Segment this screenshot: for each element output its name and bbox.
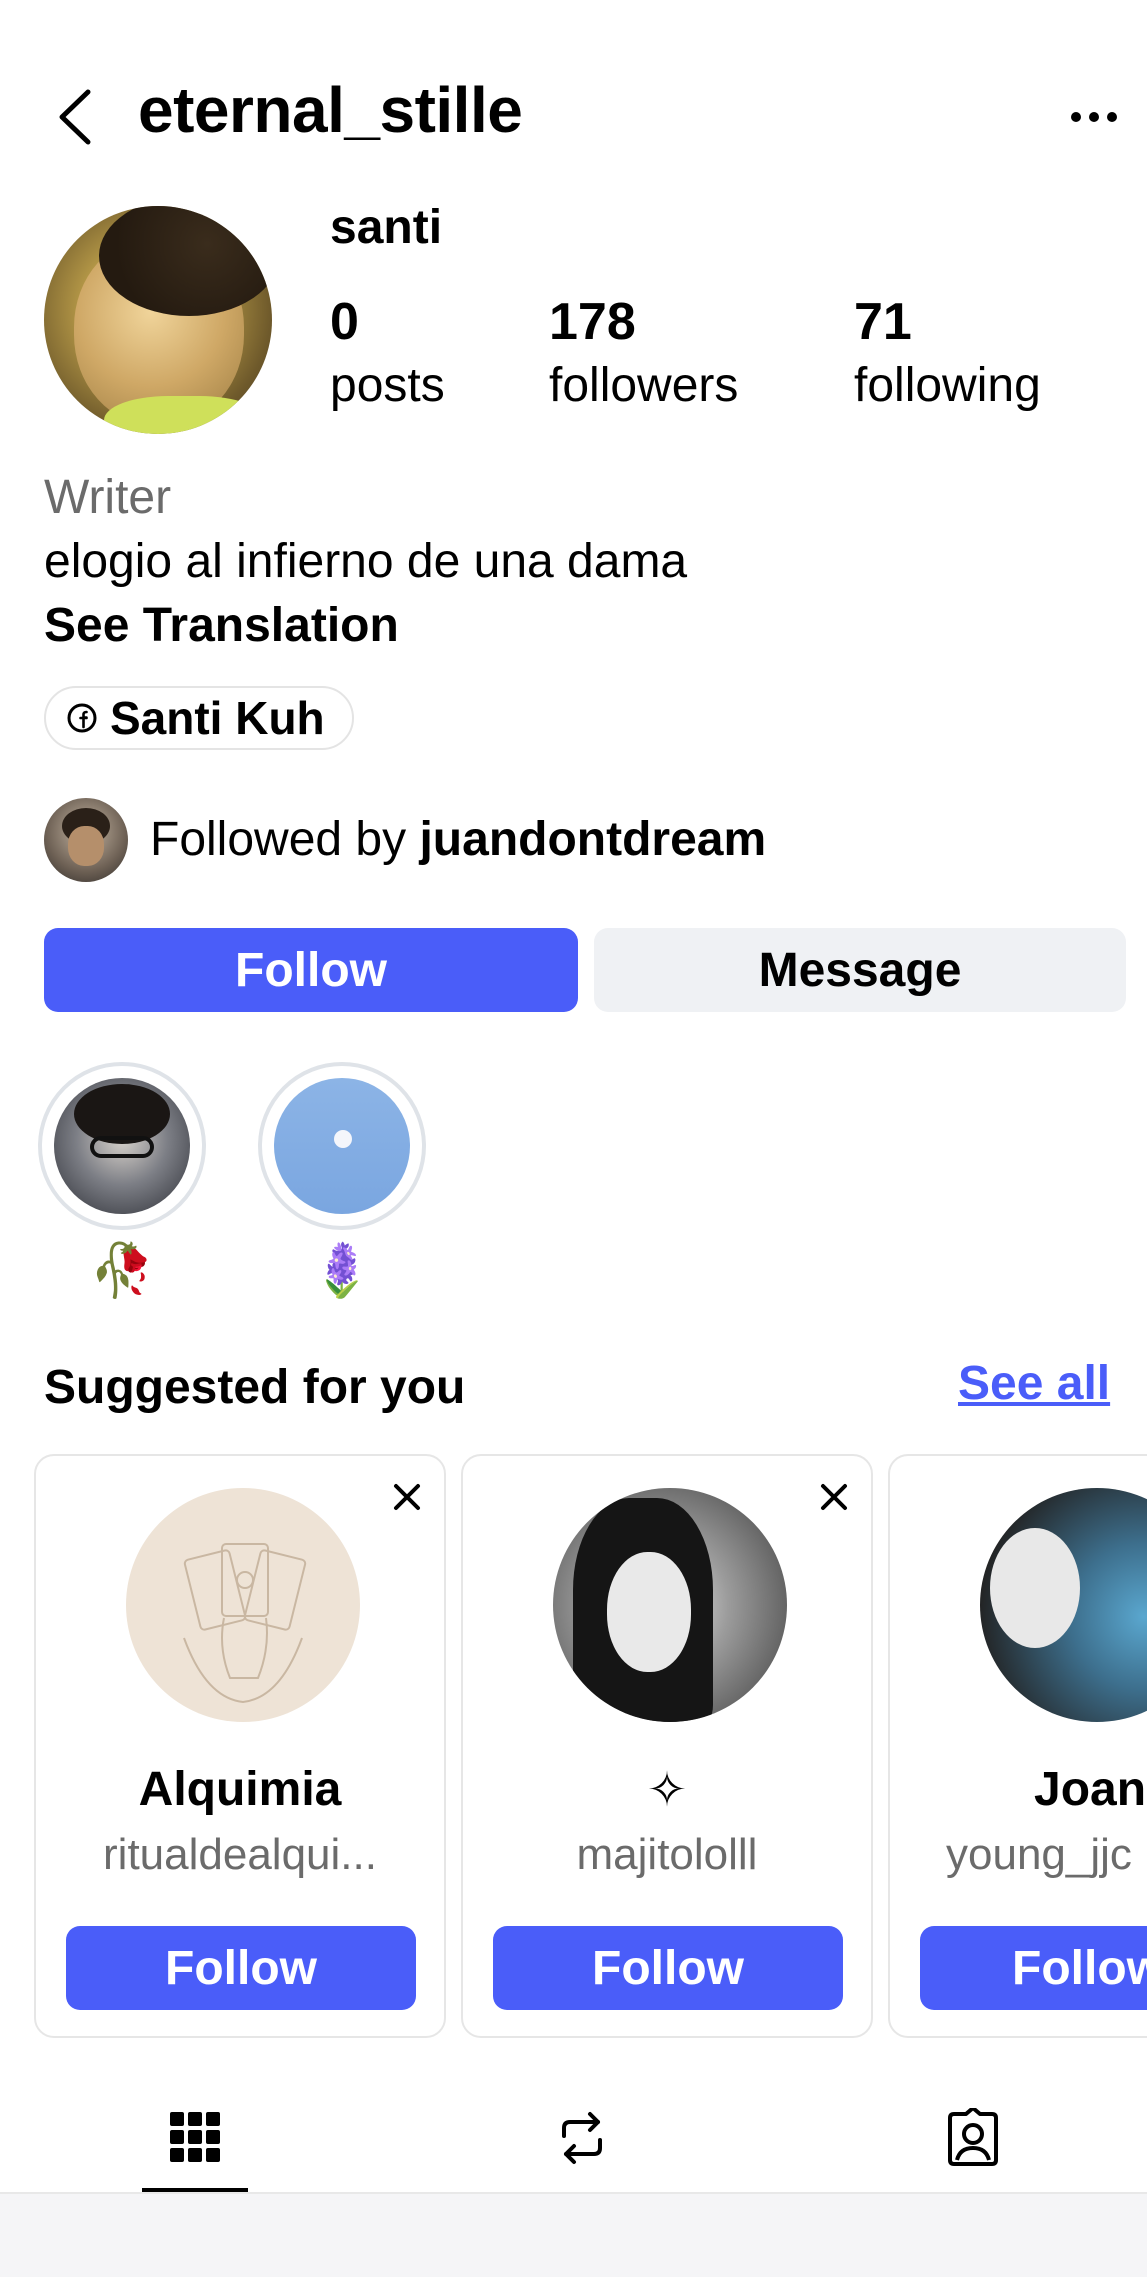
bio-text: elogio al infierno de una dama — [44, 535, 688, 588]
suggestion-handle: young_jjc — [946, 1830, 1132, 1879]
suggestion-follow-button[interactable]: Follow — [66, 1926, 416, 2010]
grid-area — [0, 2194, 1147, 2277]
suggestion-avatar[interactable] — [553, 1488, 787, 1722]
suggestion-handle: majitololll — [576, 1830, 758, 1879]
followed-by-prefix: Followed by — [150, 813, 407, 866]
suggestion-name: Joan — [1034, 1763, 1147, 1816]
more-horizontal-icon[interactable] — [1070, 110, 1118, 124]
stat-following[interactable]: 71 following — [854, 296, 1041, 410]
stat-following-label: following — [854, 359, 1041, 412]
tagged-person-icon[interactable] — [944, 2108, 1002, 2168]
display-name: santi — [330, 201, 443, 254]
stat-following-value: 71 — [854, 293, 912, 351]
profile-link-label: Santi Kuh — [110, 692, 325, 744]
suggestion-follow-button[interactable]: Follow — [920, 1926, 1147, 2010]
suggestion-avatar[interactable] — [980, 1488, 1147, 1722]
followed-by-user: juandontdream — [419, 813, 767, 866]
followed-by-text[interactable]: Followed by juandontdream — [150, 812, 766, 867]
profile-link[interactable]: Santi Kuh — [44, 686, 354, 750]
message-button[interactable]: Message — [594, 928, 1126, 1012]
close-icon[interactable] — [819, 1482, 849, 1512]
suggestion-avatar[interactable] — [126, 1488, 360, 1722]
suggestion-follow-button[interactable]: Follow — [493, 1926, 843, 2010]
profile-username: eternal_stille — [138, 74, 523, 146]
highlight-label: 🥀 — [89, 1242, 155, 1300]
suggestion-name: Alquimia — [138, 1763, 342, 1816]
suggestion-name: ✧ — [646, 1764, 688, 1817]
see-translation-link[interactable]: See Translation — [44, 598, 399, 653]
close-icon[interactable] — [392, 1482, 422, 1512]
mutual-follower-avatar[interactable] — [44, 798, 128, 882]
suggestion-card: Joan young_jjc Follow — [888, 1454, 1147, 2038]
suggestion-card: Alquimia ritualdealqui... Follow — [34, 1454, 446, 2038]
stat-followers[interactable]: 178 followers — [549, 296, 738, 410]
stat-posts-value: 0 — [330, 293, 359, 351]
grid-icon[interactable] — [170, 2108, 220, 2166]
reposts-icon[interactable] — [556, 2108, 608, 2168]
story-highlight[interactable] — [258, 1062, 426, 1230]
facebook-icon — [67, 703, 97, 733]
see-all-link[interactable]: See all — [958, 1356, 1110, 1411]
highlight-label: 🪻 — [309, 1242, 375, 1300]
stat-followers-value: 178 — [549, 293, 636, 351]
follow-button[interactable]: Follow — [44, 928, 578, 1012]
tarot-hand-illustration — [183, 1543, 307, 1704]
stat-followers-label: followers — [549, 359, 739, 412]
suggestion-card: ✧ majitololll Follow — [461, 1454, 873, 2038]
suggestion-handle: ritualdealqui... — [103, 1830, 377, 1879]
suggested-title: Suggested for you — [44, 1361, 466, 1414]
story-highlight[interactable] — [38, 1062, 206, 1230]
stat-posts[interactable]: 0 posts — [330, 296, 445, 410]
bio-category: Writer — [44, 471, 172, 524]
chevron-left-icon[interactable] — [52, 88, 100, 146]
profile-avatar[interactable] — [44, 206, 272, 434]
stat-posts-label: posts — [330, 359, 445, 412]
